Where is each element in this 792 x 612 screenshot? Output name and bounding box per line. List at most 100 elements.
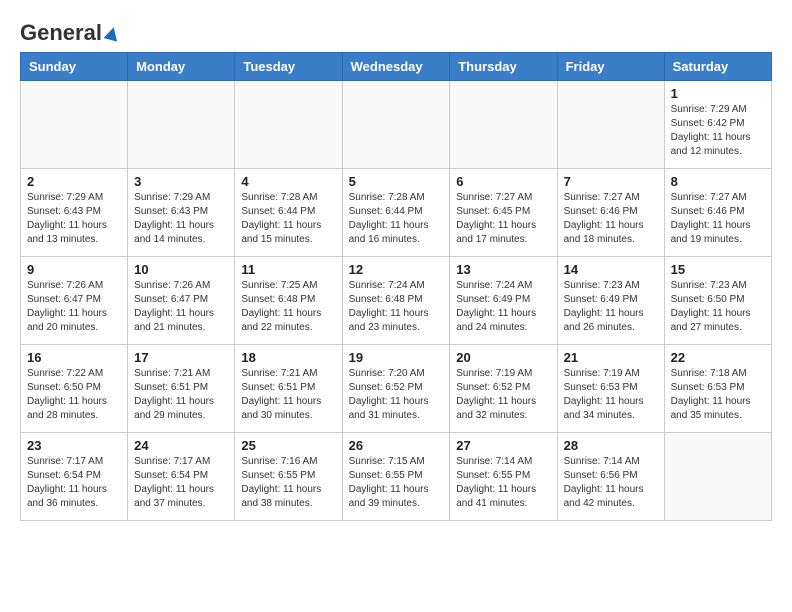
day-info: Sunrise: 7:18 AM Sunset: 6:53 PM Dayligh… — [671, 367, 765, 423]
day-of-week-header: Tuesday — [235, 53, 342, 81]
calendar-week-row: 9 Sunrise: 7:26 AM Sunset: 6:47 PM Daylig… — [21, 257, 772, 345]
day-info: Sunrise: 7:17 AM Sunset: 6:54 PM Dayligh… — [134, 455, 228, 511]
day-info: Sunrise: 7:20 AM Sunset: 6:52 PM Dayligh… — [349, 367, 444, 423]
day-info: Sunrise: 7:14 AM Sunset: 6:56 PM Dayligh… — [564, 455, 658, 511]
calendar-cell: 10 Sunrise: 7:26 AM Sunset: 6:47 PM Dayli… — [128, 257, 235, 345]
day-number: 26 — [349, 438, 444, 453]
day-info: Sunrise: 7:23 AM Sunset: 6:49 PM Dayligh… — [564, 279, 658, 335]
calendar-cell — [342, 81, 450, 169]
day-number: 23 — [27, 438, 121, 453]
day-number: 15 — [671, 262, 765, 277]
day-info: Sunrise: 7:14 AM Sunset: 6:55 PM Dayligh… — [456, 455, 550, 511]
day-number: 17 — [134, 350, 228, 365]
calendar-cell: 19Sunrise: 7:20 AM Sunset: 6:52 PM Dayli… — [342, 345, 450, 433]
calendar-week-row: 23 Sunrise: 7:17 AM Sunset: 6:54 PM Dayli… — [21, 433, 772, 521]
calendar-cell: 8Sunrise: 7:27 AM Sunset: 6:46 PM Daylig… — [664, 169, 771, 257]
logo-icon — [103, 25, 120, 41]
calendar-cell: 2 Sunrise: 7:29 AM Sunset: 6:43 PM Daylig… — [21, 169, 128, 257]
day-info: Sunrise: 7:29 AM Sunset: 6:43 PM Dayligh… — [134, 191, 228, 247]
day-info: Sunrise: 7:21 AM Sunset: 6:51 PM Dayligh… — [241, 367, 335, 423]
calendar-cell: 4 Sunrise: 7:28 AM Sunset: 6:44 PM Daylig… — [235, 169, 342, 257]
day-info: Sunrise: 7:24 AM Sunset: 6:49 PM Dayligh… — [456, 279, 550, 335]
day-info: Sunrise: 7:17 AM Sunset: 6:54 PM Dayligh… — [27, 455, 121, 511]
day-info: Sunrise: 7:19 AM Sunset: 6:52 PM Dayligh… — [456, 367, 550, 423]
day-info: Sunrise: 7:24 AM Sunset: 6:48 PM Dayligh… — [349, 279, 444, 335]
calendar-cell — [664, 433, 771, 521]
calendar-week-row: 16 Sunrise: 7:22 AM Sunset: 6:50 PM Dayli… — [21, 345, 772, 433]
calendar-cell: 17 Sunrise: 7:21 AM Sunset: 6:51 PM Dayli… — [128, 345, 235, 433]
page-header: General — [20, 20, 772, 42]
day-number: 6 — [456, 174, 550, 189]
day-number: 13 — [456, 262, 550, 277]
calendar-cell: 20 Sunrise: 7:19 AM Sunset: 6:52 PM Dayli… — [450, 345, 557, 433]
calendar-cell — [450, 81, 557, 169]
calendar-cell: 1Sunrise: 7:29 AM Sunset: 6:42 PM Daylig… — [664, 81, 771, 169]
calendar-cell: 25 Sunrise: 7:16 AM Sunset: 6:55 PM Dayli… — [235, 433, 342, 521]
day-of-week-header: Friday — [557, 53, 664, 81]
calendar-cell — [21, 81, 128, 169]
day-info: Sunrise: 7:21 AM Sunset: 6:51 PM Dayligh… — [134, 367, 228, 423]
day-number: 10 — [134, 262, 228, 277]
calendar-cell: 23 Sunrise: 7:17 AM Sunset: 6:54 PM Dayli… — [21, 433, 128, 521]
calendar-cell: 27 Sunrise: 7:14 AM Sunset: 6:55 PM Dayli… — [450, 433, 557, 521]
day-info: Sunrise: 7:25 AM Sunset: 6:48 PM Dayligh… — [241, 279, 335, 335]
day-of-week-header: Saturday — [664, 53, 771, 81]
calendar-cell: 24 Sunrise: 7:17 AM Sunset: 6:54 PM Dayli… — [128, 433, 235, 521]
day-number: 4 — [241, 174, 335, 189]
day-info: Sunrise: 7:26 AM Sunset: 6:47 PM Dayligh… — [27, 279, 121, 335]
calendar-cell: 18Sunrise: 7:21 AM Sunset: 6:51 PM Dayli… — [235, 345, 342, 433]
calendar-cell: 12 Sunrise: 7:24 AM Sunset: 6:48 PM Dayli… — [342, 257, 450, 345]
day-number: 3 — [134, 174, 228, 189]
calendar-cell: 7 Sunrise: 7:27 AM Sunset: 6:46 PM Daylig… — [557, 169, 664, 257]
day-info: Sunrise: 7:15 AM Sunset: 6:55 PM Dayligh… — [349, 455, 444, 511]
day-number: 11 — [241, 262, 335, 277]
day-info: Sunrise: 7:28 AM Sunset: 6:44 PM Dayligh… — [349, 191, 444, 247]
day-info: Sunrise: 7:19 AM Sunset: 6:53 PM Dayligh… — [564, 367, 658, 423]
day-info: Sunrise: 7:26 AM Sunset: 6:47 PM Dayligh… — [134, 279, 228, 335]
calendar-cell: 14 Sunrise: 7:23 AM Sunset: 6:49 PM Dayli… — [557, 257, 664, 345]
day-number: 8 — [671, 174, 765, 189]
calendar-cell — [128, 81, 235, 169]
day-number: 20 — [456, 350, 550, 365]
calendar-header-row: SundayMondayTuesdayWednesdayThursdayFrid… — [21, 53, 772, 81]
day-number: 16 — [27, 350, 121, 365]
day-info: Sunrise: 7:29 AM Sunset: 6:43 PM Dayligh… — [27, 191, 121, 247]
day-number: 22 — [671, 350, 765, 365]
calendar-cell: 16 Sunrise: 7:22 AM Sunset: 6:50 PM Dayli… — [21, 345, 128, 433]
calendar-cell: 5 Sunrise: 7:28 AM Sunset: 6:44 PM Daylig… — [342, 169, 450, 257]
calendar-cell: 28 Sunrise: 7:14 AM Sunset: 6:56 PM Dayli… — [557, 433, 664, 521]
day-number: 1 — [671, 86, 765, 101]
calendar-cell — [557, 81, 664, 169]
calendar-cell: 21Sunrise: 7:19 AM Sunset: 6:53 PM Dayli… — [557, 345, 664, 433]
day-number: 25 — [241, 438, 335, 453]
day-number: 24 — [134, 438, 228, 453]
day-number: 27 — [456, 438, 550, 453]
day-info: Sunrise: 7:27 AM Sunset: 6:45 PM Dayligh… — [456, 191, 550, 247]
day-number: 12 — [349, 262, 444, 277]
day-info: Sunrise: 7:22 AM Sunset: 6:50 PM Dayligh… — [27, 367, 121, 423]
day-of-week-header: Monday — [128, 53, 235, 81]
day-number: 28 — [564, 438, 658, 453]
day-of-week-header: Sunday — [21, 53, 128, 81]
calendar-week-row: 2 Sunrise: 7:29 AM Sunset: 6:43 PM Daylig… — [21, 169, 772, 257]
calendar-cell: 9 Sunrise: 7:26 AM Sunset: 6:47 PM Daylig… — [21, 257, 128, 345]
day-number: 14 — [564, 262, 658, 277]
logo: General — [20, 20, 119, 42]
calendar-cell: 26 Sunrise: 7:15 AM Sunset: 6:55 PM Dayli… — [342, 433, 450, 521]
day-of-week-header: Thursday — [450, 53, 557, 81]
calendar-cell: 11 Sunrise: 7:25 AM Sunset: 6:48 PM Dayli… — [235, 257, 342, 345]
day-info: Sunrise: 7:16 AM Sunset: 6:55 PM Dayligh… — [241, 455, 335, 511]
day-number: 9 — [27, 262, 121, 277]
logo-general: General — [20, 20, 102, 46]
day-info: Sunrise: 7:28 AM Sunset: 6:44 PM Dayligh… — [241, 191, 335, 247]
calendar-cell: 13 Sunrise: 7:24 AM Sunset: 6:49 PM Dayli… — [450, 257, 557, 345]
day-number: 5 — [349, 174, 444, 189]
day-number: 7 — [564, 174, 658, 189]
day-info: Sunrise: 7:27 AM Sunset: 6:46 PM Dayligh… — [564, 191, 658, 247]
calendar-table: SundayMondayTuesdayWednesdayThursdayFrid… — [20, 52, 772, 521]
calendar-cell: 6 Sunrise: 7:27 AM Sunset: 6:45 PM Daylig… — [450, 169, 557, 257]
calendar-cell: 22 Sunrise: 7:18 AM Sunset: 6:53 PM Dayli… — [664, 345, 771, 433]
calendar-cell: 3 Sunrise: 7:29 AM Sunset: 6:43 PM Daylig… — [128, 169, 235, 257]
day-number: 2 — [27, 174, 121, 189]
calendar-cell — [235, 81, 342, 169]
